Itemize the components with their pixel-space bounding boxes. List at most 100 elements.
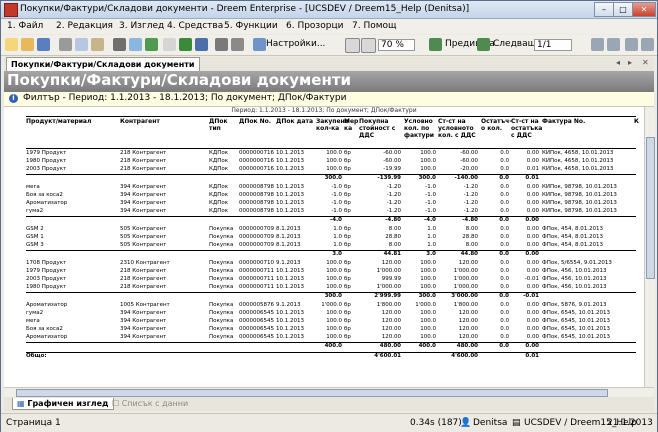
table-cell: 0.0 <box>500 260 509 266</box>
table-cell: 100.0 <box>326 334 342 340</box>
zoom-in-icon[interactable] <box>345 38 360 53</box>
close-button[interactable]: ✕ <box>632 2 656 17</box>
table-cell: бр <box>344 284 351 290</box>
table-cell: 10.1.2013 <box>276 284 304 290</box>
next-page-icon[interactable] <box>477 38 490 51</box>
menu-functions[interactable]: 5. Функции <box>224 21 278 31</box>
settings-icon[interactable] <box>253 38 266 51</box>
info-icon[interactable] <box>195 38 208 51</box>
refresh-icon[interactable] <box>179 38 192 51</box>
table-cell: 120.00 <box>381 334 401 340</box>
zoom-select[interactable]: 70 % <box>378 39 415 51</box>
minimize-button[interactable]: – <box>594 2 614 17</box>
prev-page-icon[interactable] <box>429 38 442 51</box>
columns-icon[interactable] <box>231 38 244 51</box>
copy-icon[interactable] <box>75 38 88 51</box>
nav-right-icon[interactable] <box>641 38 654 51</box>
nav-back-icon[interactable] <box>591 38 604 51</box>
table-cell: 120.00 <box>381 310 401 316</box>
new-icon[interactable] <box>5 38 18 51</box>
menu-windows[interactable]: 6. Прозорци <box>286 21 343 31</box>
table-cell: 0000006545 <box>239 326 274 332</box>
settings-button[interactable]: Настройки... <box>266 39 325 49</box>
cut-icon[interactable] <box>59 38 72 51</box>
maximize-button[interactable]: □ <box>613 2 633 17</box>
table-row: GSM 2 505 Контрагент Покупка 0000000709 8.1.… <box>26 226 636 233</box>
table-row: мега 394 Контрагент КДПок 0000008798 10.1.20… <box>26 184 636 191</box>
table-cell: 0.00 <box>526 326 539 332</box>
column-header: Условно кол. по фактури <box>404 118 434 139</box>
tab-data-list[interactable]: ☐ Списък с данни <box>108 398 192 409</box>
column-header: Остатъч-о кол. <box>481 118 512 132</box>
zoom-out-icon[interactable] <box>361 38 376 53</box>
table-cell: -4.80 <box>462 217 478 223</box>
table-cell: Покупка <box>209 334 234 340</box>
app-window: Покупки/Фактури/Складови документи - Dre… <box>0 0 658 432</box>
tab-next-icon[interactable]: ▸ <box>628 58 632 67</box>
table-cell: 8.1.2013 <box>276 242 301 248</box>
table-cell: ФПок, 5/6554, 9.01.2013 <box>542 260 612 266</box>
table-cell: -1.0 <box>425 192 436 198</box>
user-icon: 👤 <box>460 418 472 428</box>
paste-icon[interactable] <box>91 38 104 51</box>
horizontal-scrollbar[interactable] <box>4 387 654 397</box>
preview-icon[interactable] <box>129 38 142 51</box>
table-cell: 0.0 <box>500 242 509 248</box>
table-cell: -19.99 <box>383 166 401 172</box>
print-icon[interactable] <box>113 38 126 51</box>
table-row: Боя за коса2 394 Контрагент КДПок 000000879… <box>26 192 636 199</box>
table-cell: Покупка <box>209 242 234 248</box>
table-cell: 400.0 <box>324 343 342 349</box>
table-cell: 300.0 <box>324 293 342 299</box>
tab-close-icon[interactable]: ✕ <box>642 58 649 67</box>
table-cell: 0.00 <box>526 334 539 340</box>
vertical-scroll-thumb[interactable] <box>646 137 655 279</box>
tab-purchases[interactable]: Покупки/Фактури/Складови документи <box>6 57 200 71</box>
table-cell: КДПок <box>209 208 229 214</box>
table-cell: 10.1.2013 <box>276 184 304 190</box>
table-cell: 100.0 <box>420 310 436 316</box>
table-cell: 0.0 <box>500 310 509 316</box>
table-cell: 1708 Продукт <box>26 260 67 266</box>
table-cell: 0.0 <box>500 234 509 240</box>
table-cell: Боя за коса2 <box>26 326 63 332</box>
column-header: К <box>634 118 639 125</box>
table-cell: 0.00 <box>526 184 539 190</box>
table-cell: ФПок, 456, 10.01.2013 <box>542 268 607 274</box>
open-icon[interactable] <box>21 38 34 51</box>
table-cell: -139.99 <box>377 175 401 181</box>
menu-edit[interactable]: 2. Редакция <box>56 21 113 31</box>
table-cell: бр <box>344 166 351 172</box>
menu-view[interactable]: 3. Изглед <box>119 21 164 31</box>
tab-prev-icon[interactable]: ◂ <box>616 58 620 67</box>
nav-forward-icon[interactable] <box>607 38 620 51</box>
window-title: Покупки/Фактури/Складови документи - Dre… <box>20 4 470 14</box>
table-cell: ФПок, 454, 8.01.2013 <box>542 242 604 248</box>
table-cell: 0.00 <box>526 234 539 240</box>
tab-graphic-view[interactable]: ▦ Графичен изглед <box>12 398 114 410</box>
horizontal-scroll-thumb[interactable] <box>16 389 608 397</box>
table-cell: 1'000.0 <box>321 302 342 308</box>
table-cell: 0.00 <box>526 158 539 164</box>
vertical-scrollbar[interactable] <box>644 107 655 387</box>
subtotal-row: 400.0 480.00 400.0 480.00 0.0 0.00 <box>26 342 636 350</box>
table-cell: 0000000711 <box>239 276 274 282</box>
filter-icon[interactable] <box>163 38 176 51</box>
menu-help[interactable]: 7. Помощ <box>352 21 397 31</box>
app-icon <box>4 3 18 17</box>
table-cell: 1'000.00 <box>376 284 401 290</box>
layout-icon[interactable] <box>215 38 228 51</box>
save-icon[interactable] <box>37 38 50 51</box>
table-cell: -4.0 <box>329 217 342 223</box>
table-cell: 300.0 <box>418 175 436 181</box>
table-cell: 100.0 <box>326 158 342 164</box>
nav-left-icon[interactable] <box>625 38 638 51</box>
menu-tools[interactable]: 4. Средства <box>167 21 223 31</box>
table-cell: 0.0 <box>499 217 509 223</box>
export-icon[interactable] <box>145 38 158 51</box>
table-cell: 8.1.2013 <box>276 226 301 232</box>
page-select[interactable]: 1/1 <box>534 39 573 51</box>
menu-file[interactable]: 1. Файл <box>7 21 43 31</box>
table-cell: 0.0 <box>500 150 509 156</box>
column-header: Фактура No. <box>542 118 586 125</box>
